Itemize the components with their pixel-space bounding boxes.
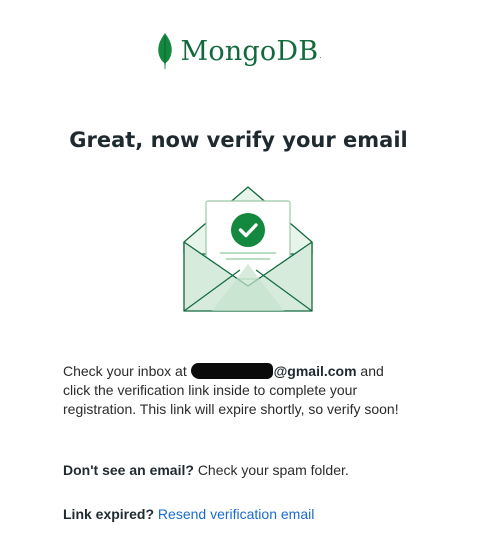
inbox-notice: Check your inbox at @gmail.com and click…: [63, 362, 413, 419]
email-domain: @gmail.com: [273, 363, 357, 379]
spam-question: Don't see an email?: [63, 462, 194, 478]
spam-notice: Don't see an email? Check your spam fold…: [63, 461, 413, 480]
expired-notice: Link expired? Resend verification email: [63, 505, 413, 524]
page-title: Great, now verify your email: [69, 128, 408, 152]
leaf-icon: [157, 33, 172, 69]
inbox-notice-prefix: Check your inbox at: [63, 363, 187, 379]
envelope-checkmark-icon: [183, 186, 313, 312]
resend-verification-link[interactable]: Resend verification email: [158, 506, 314, 522]
expired-question: Link expired?: [63, 506, 155, 522]
brand-trademark: .: [319, 51, 322, 60]
redacted-email-user: [190, 363, 273, 379]
spam-answer: Check your spam folder.: [197, 462, 349, 478]
brand-name: MongoDB: [180, 35, 319, 67]
mongodb-logo: MongoDB .: [0, 32, 477, 70]
